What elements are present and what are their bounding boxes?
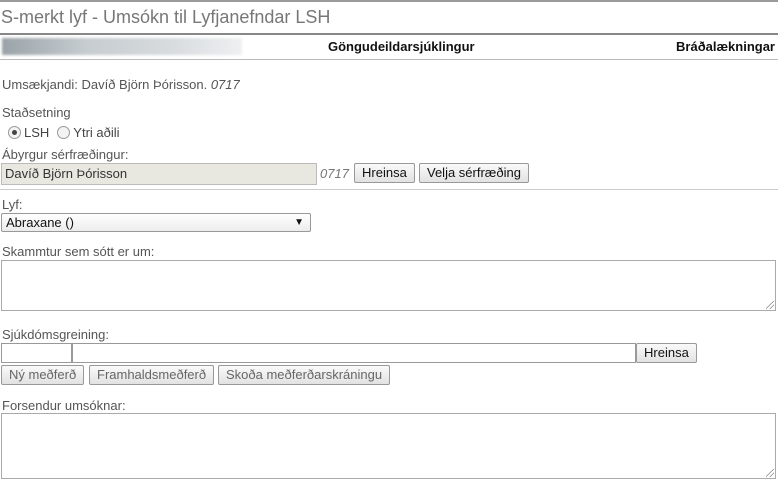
patient-header-bar: Göngudeildarsjúklingur Bráðalækningar	[0, 33, 778, 60]
clear-diagnosis-button[interactable]: Hreinsa	[636, 343, 697, 363]
diagnosis-label: Sjúkdómsgreining:	[2, 327, 109, 342]
new-treatment-button[interactable]: Ný meðferð	[1, 365, 85, 385]
diagnosis-text-input[interactable]	[72, 343, 636, 363]
view-treatment-registration-button[interactable]: Skoða meðferðarskráningu	[218, 365, 391, 385]
location-label: Staðsetning	[2, 105, 71, 120]
department-label: Göngudeildarsjúklingur	[328, 39, 475, 54]
top-border	[0, 0, 778, 2]
location-radio-group: LSH Ytri aðili	[8, 125, 120, 140]
radio-lsh-label: LSH	[24, 125, 50, 140]
reasons-textarea[interactable]	[1, 413, 776, 479]
resize-grip-icon[interactable]	[766, 469, 774, 477]
drug-select-value: Abraxane ()	[6, 215, 74, 230]
specialist-field[interactable]: Davíð Björn Þórisson	[1, 163, 317, 185]
continued-treatment-button[interactable]: Framhaldsmeðferð	[89, 365, 215, 385]
choose-specialist-button[interactable]: Velja sérfræðing	[419, 163, 529, 183]
radio-external[interactable]	[57, 126, 71, 139]
diagnosis-code-input[interactable]	[1, 343, 72, 363]
reasons-label: Forsendur umsóknar:	[2, 398, 126, 413]
patient-name-redacted	[2, 38, 242, 55]
clear-specialist-button[interactable]: Hreinsa	[354, 163, 415, 183]
radio-external-label: Ytri aðili	[73, 125, 120, 140]
applicant-line: Umsækjandi: Davíð Björn Þórisson. 0717	[2, 77, 240, 92]
applicant-code: 0717	[210, 77, 240, 92]
specialty-label: Bráðalækningar	[676, 39, 775, 54]
divider	[0, 189, 778, 190]
specialist-label: Ábyrgur sérfræðingur:	[2, 147, 129, 162]
chevron-down-icon: ▼	[294, 217, 304, 228]
radio-lsh[interactable]	[8, 126, 21, 139]
drug-label: Lyf:	[2, 197, 23, 212]
specialist-code: 0717	[320, 166, 349, 181]
applicant-label: Umsækjandi: Davíð Björn Þórisson.	[2, 77, 208, 92]
resize-grip-icon[interactable]	[766, 301, 774, 309]
drug-select[interactable]: Abraxane () ▼	[1, 213, 311, 232]
dose-textarea[interactable]	[1, 260, 776, 311]
dose-label: Skammtur sem sótt er um:	[2, 244, 155, 259]
page-title: S-merkt lyf - Umsókn til Lyfjanefndar LS…	[1, 7, 331, 27]
